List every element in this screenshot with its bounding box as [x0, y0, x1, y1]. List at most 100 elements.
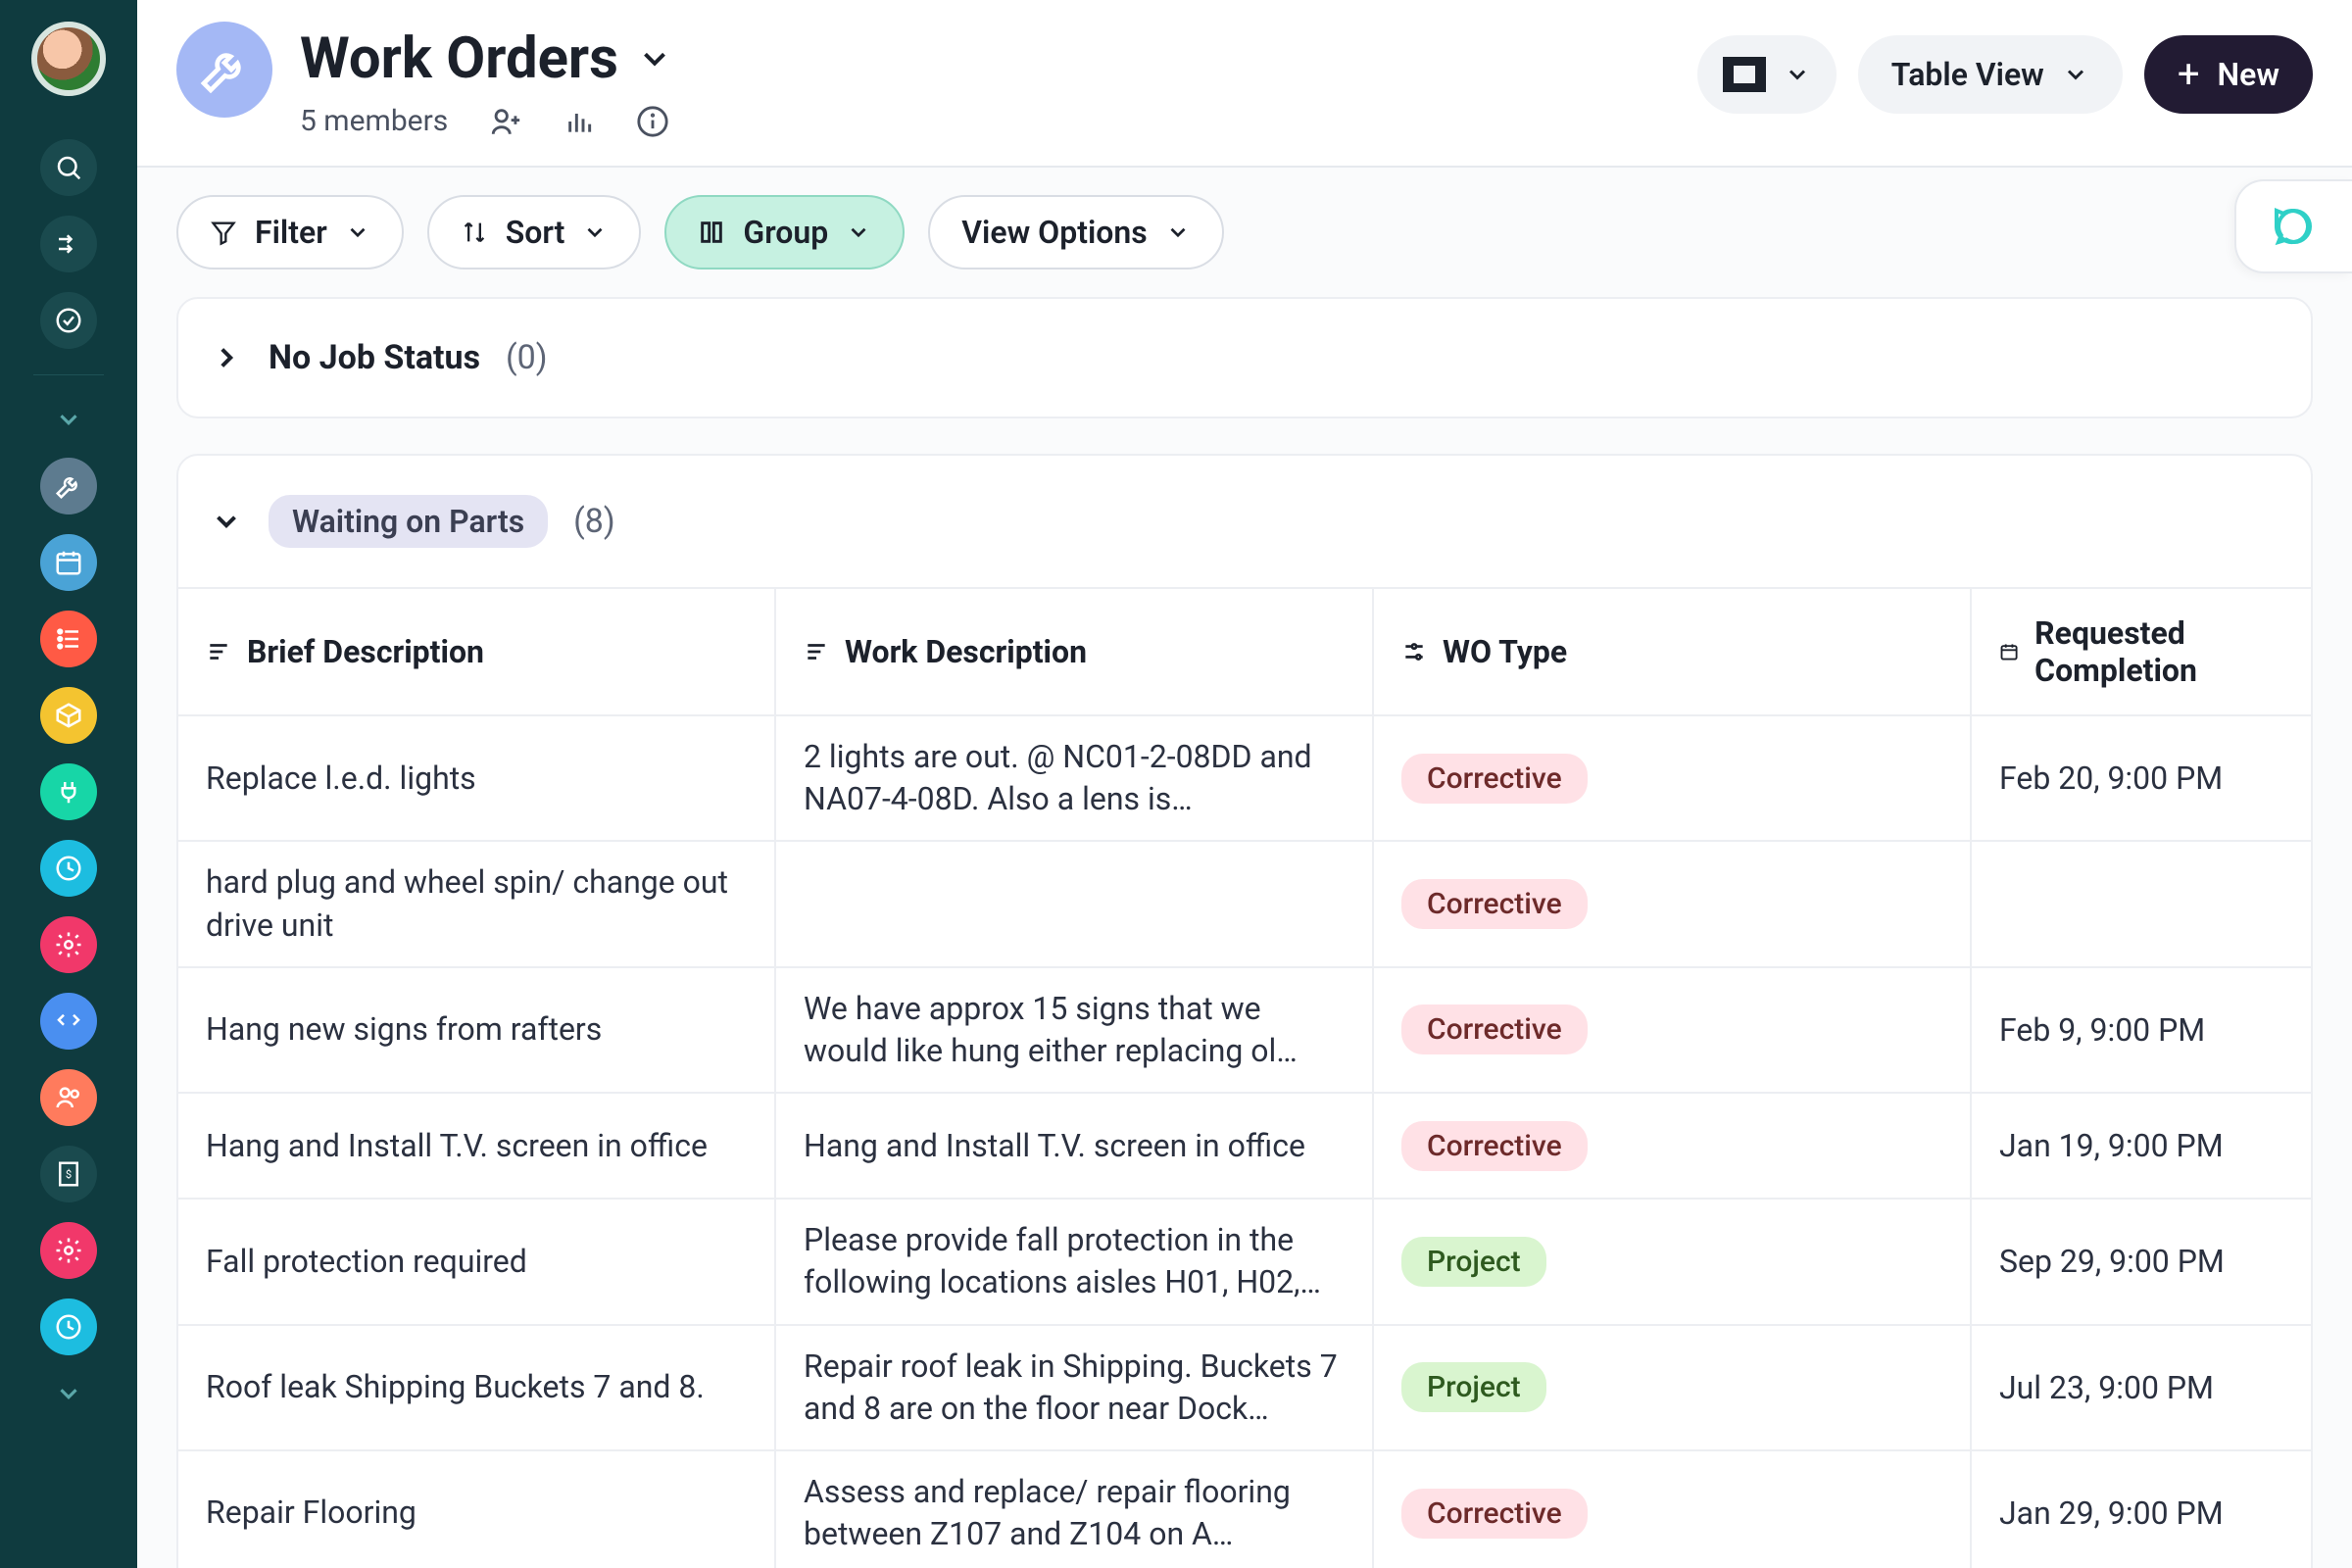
members-count[interactable]: 5 members: [300, 104, 448, 138]
chevron-down-icon: [210, 505, 243, 538]
type-tag: Corrective: [1401, 1121, 1588, 1171]
table-row[interactable]: Hang and Install T.V. screen in officeHa…: [178, 1094, 2311, 1200]
group-no-status: No Job Status (0): [176, 297, 2313, 418]
gear2-icon[interactable]: [40, 1222, 97, 1279]
box-icon[interactable]: [40, 687, 97, 744]
group-label: Group: [743, 214, 828, 251]
cell-type: Corrective: [1374, 842, 1972, 965]
col-work[interactable]: Work Description: [776, 589, 1374, 714]
plus-icon: +: [2178, 55, 2200, 94]
cell-type: Corrective: [1374, 968, 1972, 1092]
group-count: (0): [506, 338, 548, 377]
type-tag: Corrective: [1401, 1489, 1588, 1539]
plug-icon[interactable]: [40, 763, 97, 820]
group-label: No Job Status: [269, 338, 480, 377]
col-type[interactable]: WO Type: [1374, 589, 1972, 714]
calendar-icon[interactable]: [40, 534, 97, 591]
add-member-icon[interactable]: [489, 105, 522, 138]
table-row[interactable]: Repair FlooringAssess and replace/ repai…: [178, 1451, 2311, 1568]
view-label: Table View: [1891, 56, 2044, 93]
comments-button[interactable]: [2234, 179, 2352, 273]
group-waiting-parts: Waiting on Parts (8) Brief Description W…: [176, 454, 2313, 1568]
cell-work: Assess and replace/ repair flooring betw…: [776, 1451, 1374, 1568]
cell-type: Corrective: [1374, 1451, 1972, 1568]
cell-type: Project: [1374, 1200, 1972, 1323]
cell-work: Repair roof leak in Shipping. Buckets 7 …: [776, 1326, 1374, 1449]
clock2-icon[interactable]: [40, 1298, 97, 1355]
table-header: Brief Description Work Description WO Ty…: [178, 587, 2311, 716]
nav-rail: $: [0, 0, 137, 1568]
cell-completion: [1972, 842, 2311, 965]
table-row[interactable]: hard plug and wheel spin/ change out dri…: [178, 842, 2311, 967]
table-row[interactable]: Hang new signs from raftersWe have appro…: [178, 968, 2311, 1094]
table-row[interactable]: Fall protection requiredPlease provide f…: [178, 1200, 2311, 1325]
col-brief[interactable]: Brief Description: [178, 589, 776, 714]
cell-type: Corrective: [1374, 1094, 1972, 1198]
rail-separator: [33, 374, 104, 375]
cell-brief: Hang new signs from rafters: [178, 968, 776, 1092]
view-selector[interactable]: Table View: [1858, 35, 2123, 114]
users-icon[interactable]: [40, 1069, 97, 1126]
svg-text:$: $: [66, 1168, 72, 1181]
group-header[interactable]: Waiting on Parts (8): [178, 456, 2311, 587]
type-tag: Corrective: [1401, 1004, 1588, 1054]
filter-label: Filter: [255, 214, 327, 251]
cell-brief: hard plug and wheel spin/ change out dri…: [178, 842, 776, 965]
layout-selector[interactable]: [1697, 35, 1837, 114]
avatar[interactable]: [31, 22, 106, 96]
group-button[interactable]: Group: [664, 195, 905, 270]
cell-brief: Fall protection required: [178, 1200, 776, 1323]
main-area: Work Orders 5 members: [137, 0, 2352, 1568]
type-tag: Corrective: [1401, 879, 1588, 929]
check-circle-icon[interactable]: [40, 292, 97, 349]
view-options-label: View Options: [961, 214, 1147, 251]
search-icon[interactable]: [40, 139, 97, 196]
filter-button[interactable]: Filter: [176, 195, 404, 270]
info-icon[interactable]: [636, 105, 669, 138]
wrench-icon[interactable]: [40, 458, 97, 514]
new-label: New: [2218, 56, 2279, 93]
page-header: Work Orders 5 members: [137, 0, 2352, 168]
analytics-icon[interactable]: [564, 106, 595, 137]
cell-work: We have approx 15 signs that we would li…: [776, 968, 1374, 1092]
layout-icon: [1723, 57, 1766, 92]
group-count: (8): [573, 502, 615, 541]
chevron-down-icon[interactable]: [40, 401, 97, 438]
cell-completion: Feb 20, 9:00 PM: [1972, 716, 2311, 840]
clock-icon[interactable]: [40, 840, 97, 897]
col-completion[interactable]: Requested Completion: [1972, 589, 2311, 714]
receipt-icon[interactable]: $: [40, 1146, 97, 1202]
group-header[interactable]: No Job Status (0): [178, 299, 2311, 416]
page-title: Work Orders: [300, 25, 618, 92]
cell-work: Please provide fall protection in the fo…: [776, 1200, 1374, 1323]
cell-completion: Jul 23, 9:00 PM: [1972, 1326, 2311, 1449]
cell-brief: Repair Flooring: [178, 1451, 776, 1568]
chevron-down-icon[interactable]: [40, 1375, 97, 1412]
cell-completion: Feb 9, 9:00 PM: [1972, 968, 2311, 1092]
cell-completion: Jan 29, 9:00 PM: [1972, 1451, 2311, 1568]
cell-brief: Replace l.e.d. lights: [178, 716, 776, 840]
table-row[interactable]: Replace l.e.d. lights2 lights are out. @…: [178, 716, 2311, 842]
cell-completion: Sep 29, 9:00 PM: [1972, 1200, 2311, 1323]
cell-type: Corrective: [1374, 716, 1972, 840]
cell-completion: Jan 19, 9:00 PM: [1972, 1094, 2311, 1198]
chevron-down-icon[interactable]: [636, 40, 673, 77]
cell-work: 2 lights are out. @ NC01-2-08DD and NA07…: [776, 716, 1374, 840]
sort-button[interactable]: Sort: [427, 195, 642, 270]
type-tag: Project: [1401, 1362, 1546, 1412]
table-row[interactable]: Roof leak Shipping Buckets 7 and 8.Repai…: [178, 1326, 2311, 1451]
cell-brief: Hang and Install T.V. screen in office: [178, 1094, 776, 1198]
type-tag: Corrective: [1401, 754, 1588, 804]
type-tag: Project: [1401, 1237, 1546, 1287]
gear-icon[interactable]: [40, 916, 97, 973]
new-button[interactable]: + New: [2144, 35, 2313, 114]
swap-icon[interactable]: [40, 993, 97, 1050]
content-area: No Job Status (0) Waiting on Parts (8) B…: [137, 297, 2352, 1568]
cell-work: [776, 842, 1374, 965]
cell-brief: Roof leak Shipping Buckets 7 and 8.: [178, 1326, 776, 1449]
list-icon[interactable]: [40, 611, 97, 667]
toolbar: Filter Sort Group View Options: [137, 168, 2352, 297]
forward-icon[interactable]: [40, 216, 97, 272]
wrench-icon: [176, 22, 272, 118]
view-options-button[interactable]: View Options: [928, 195, 1223, 270]
